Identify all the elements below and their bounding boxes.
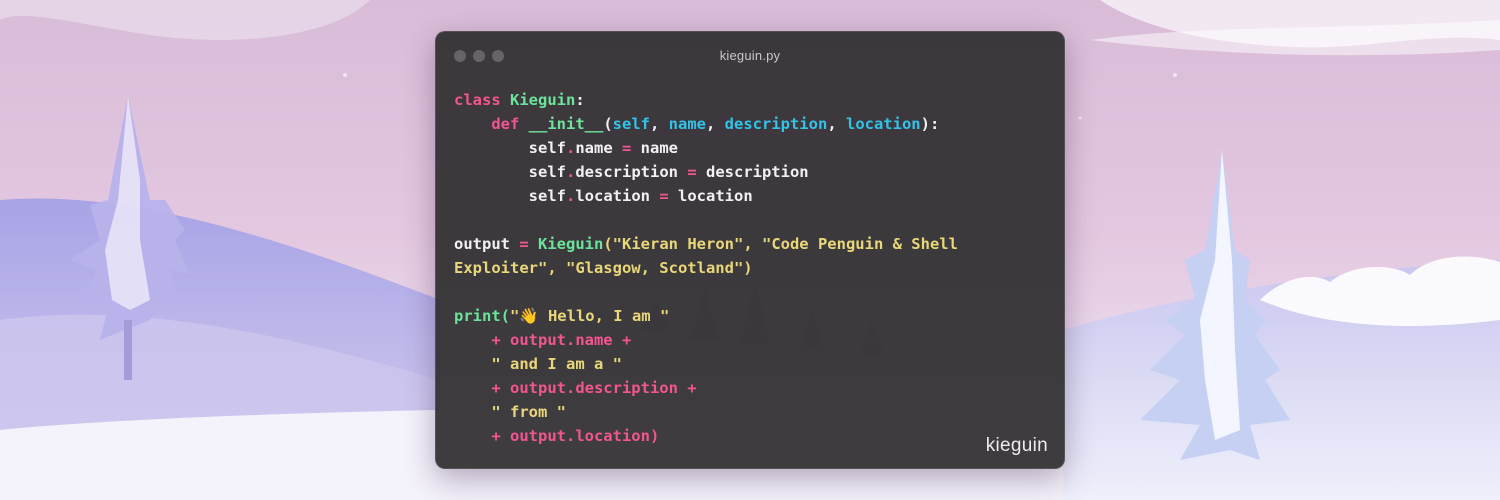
code-token: class xyxy=(454,91,510,109)
code-token: location xyxy=(668,187,753,205)
code-token: = xyxy=(622,139,632,157)
snowflake xyxy=(1173,73,1177,77)
code-token: print( xyxy=(454,307,510,325)
code-line: def __init__(self, name, description, lo… xyxy=(454,112,958,136)
code-token: . xyxy=(565,163,576,181)
window-title: kieguin.py xyxy=(719,48,781,63)
code-token: Kieguin xyxy=(510,91,576,109)
code-token: + output.name + xyxy=(454,331,632,349)
code-token: description xyxy=(696,163,809,181)
code-line: " from " xyxy=(454,400,958,424)
code-line: Exploiter", "Glasgow, Scotland") xyxy=(454,256,958,280)
code-token: name xyxy=(575,139,622,157)
code-token: name xyxy=(631,139,679,157)
code-token: self xyxy=(454,187,566,205)
code-token: , xyxy=(827,115,846,133)
code-token: Exploiter", "Glasgow, Scotland") xyxy=(454,259,753,277)
code-token: " and I am a " xyxy=(454,355,622,373)
code-token: ( xyxy=(603,115,613,133)
code-line: + output.name + xyxy=(454,328,958,352)
code-token: def xyxy=(454,115,529,133)
code-token: self xyxy=(454,163,566,181)
code-token: . xyxy=(565,187,576,205)
code-token: Kieguin xyxy=(538,235,604,253)
code-token: " from " xyxy=(454,403,566,421)
code-token: + output.location) xyxy=(454,427,660,445)
code-token: ("Kieran Heron", "Code Penguin & Shell xyxy=(603,235,958,253)
code-line: class Kieguin: xyxy=(454,88,958,112)
cloud-shape-left xyxy=(0,0,370,40)
code-token: __init__ xyxy=(528,115,604,133)
window-titlebar: kieguin.py xyxy=(436,32,1064,80)
code-token: description xyxy=(724,115,828,133)
code-token: "👋 Hello, I am " xyxy=(510,307,670,325)
code-token: description xyxy=(575,163,688,181)
code-token: , xyxy=(649,115,669,133)
code-token: location xyxy=(575,187,660,205)
code-token: self xyxy=(454,139,566,157)
code-line: + output.description + xyxy=(454,376,958,400)
code-window: kieguin.py class Kieguin: def __init__(s… xyxy=(435,31,1065,469)
snowflake xyxy=(1368,28,1372,32)
code-line: print("👋 Hello, I am " xyxy=(454,304,958,328)
code-token: : xyxy=(575,91,585,109)
code-token: output xyxy=(454,235,520,253)
code-token: = xyxy=(687,163,697,181)
code-token: = xyxy=(659,187,669,205)
code-token: , xyxy=(705,115,725,133)
code-block: class Kieguin: def __init__(self, name, … xyxy=(454,88,958,448)
code-token: ): xyxy=(920,115,940,133)
code-line: self.description = description xyxy=(454,160,958,184)
code-line: + output.location) xyxy=(454,424,958,448)
code-line: self.location = location xyxy=(454,184,958,208)
code-line: output = Kieguin("Kieran Heron", "Code P… xyxy=(454,232,958,256)
code-token: name xyxy=(668,115,706,133)
code-line: self.name = name xyxy=(454,136,958,160)
code-line: " and I am a " xyxy=(454,352,958,376)
brand-logo: kieguin xyxy=(985,435,1048,456)
code-token: self xyxy=(612,115,650,133)
code-token: location xyxy=(845,115,921,133)
snowflake xyxy=(1078,116,1082,120)
code-token: . xyxy=(565,139,576,157)
code-token: + output.description + xyxy=(454,379,697,397)
code-token: = xyxy=(519,235,529,253)
snowflake xyxy=(343,73,347,77)
